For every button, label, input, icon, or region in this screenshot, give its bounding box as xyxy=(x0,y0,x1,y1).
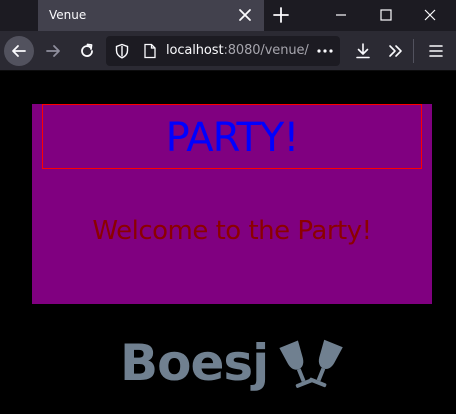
address-bar[interactable]: localhost:8080/venue/ xyxy=(106,36,340,66)
arrow-right-icon xyxy=(46,45,60,57)
browser-tab[interactable]: Venue xyxy=(38,0,264,31)
clinking-glasses-icon xyxy=(279,339,343,388)
navigation-toolbar: localhost:8080/venue/ xyxy=(0,31,456,71)
brand-name: Boesj xyxy=(120,334,269,392)
reload-button[interactable] xyxy=(72,36,102,66)
more-icon[interactable] xyxy=(316,43,334,63)
back-button[interactable] xyxy=(4,36,34,66)
close-tab-icon[interactable] xyxy=(236,6,254,24)
forward-button[interactable] xyxy=(38,36,68,66)
close-window-icon[interactable] xyxy=(421,6,439,24)
toolbar-divider xyxy=(413,39,414,63)
reload-icon xyxy=(81,43,93,57)
new-tab-icon[interactable] xyxy=(272,6,290,24)
url-path: :8080/venue/ xyxy=(223,43,309,58)
heading-frame: PARTY! xyxy=(42,104,422,169)
maximize-icon[interactable] xyxy=(377,6,395,24)
title-bar: Venue xyxy=(0,0,456,31)
page-viewport: PARTY! Welcome to the Party! Boesj xyxy=(0,72,456,414)
arrow-left-icon xyxy=(12,45,26,57)
tab-title: Venue xyxy=(49,8,87,22)
url-host: localhost xyxy=(166,43,224,58)
welcome-message: Welcome to the Party! xyxy=(92,216,372,246)
page-title: PARTY! xyxy=(165,115,300,161)
page-icon[interactable] xyxy=(142,43,158,63)
chevron-double-right-icon[interactable] xyxy=(387,42,405,64)
url-text: localhost:8080/venue/ xyxy=(166,43,309,58)
shield-icon[interactable] xyxy=(114,43,130,63)
minimize-icon[interactable] xyxy=(332,6,350,24)
party-panel: PARTY! Welcome to the Party! xyxy=(32,104,432,304)
hamburger-icon[interactable] xyxy=(427,42,445,64)
download-icon[interactable] xyxy=(354,42,372,64)
